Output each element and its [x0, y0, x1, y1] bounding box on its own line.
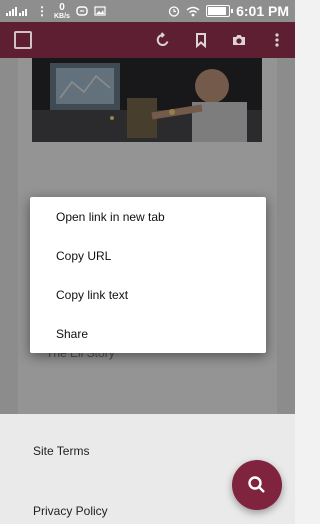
- refresh-icon[interactable]: [155, 32, 171, 48]
- menu-item-copy-link-text[interactable]: Copy link text: [30, 275, 266, 314]
- search-icon: [248, 476, 265, 493]
- menu-square-icon[interactable]: [14, 31, 32, 49]
- site-terms-link[interactable]: Site Terms: [33, 444, 89, 458]
- status-bar: ⋮ 0 KB/s 6:01 PM: [0, 0, 295, 22]
- search-fab-button[interactable]: [232, 460, 282, 510]
- image-icon: [94, 6, 106, 16]
- bookmark-icon[interactable]: [193, 32, 209, 48]
- signal-strength-icon: [6, 7, 27, 16]
- alarm-icon: [168, 6, 180, 17]
- network-speed: 0 KB/s: [54, 1, 70, 20]
- menu-item-copy-url[interactable]: Copy URL: [30, 236, 266, 275]
- link-context-menu: Open link in new tab Copy URL Copy link …: [30, 197, 266, 353]
- more-vert-icon[interactable]: [269, 32, 285, 48]
- clock-time: 6:01 PM: [236, 3, 289, 19]
- app-bar: [0, 22, 295, 58]
- camera-icon[interactable]: [231, 32, 247, 48]
- wifi-icon: [186, 6, 200, 16]
- privacy-policy-link[interactable]: Privacy Policy: [33, 504, 108, 518]
- battery-icon: [206, 5, 234, 17]
- menu-item-share[interactable]: Share: [30, 314, 266, 353]
- more-vert-icon: ⋮: [36, 4, 48, 18]
- menu-item-open-new-tab[interactable]: Open link in new tab: [30, 197, 266, 236]
- message-icon: [76, 6, 88, 16]
